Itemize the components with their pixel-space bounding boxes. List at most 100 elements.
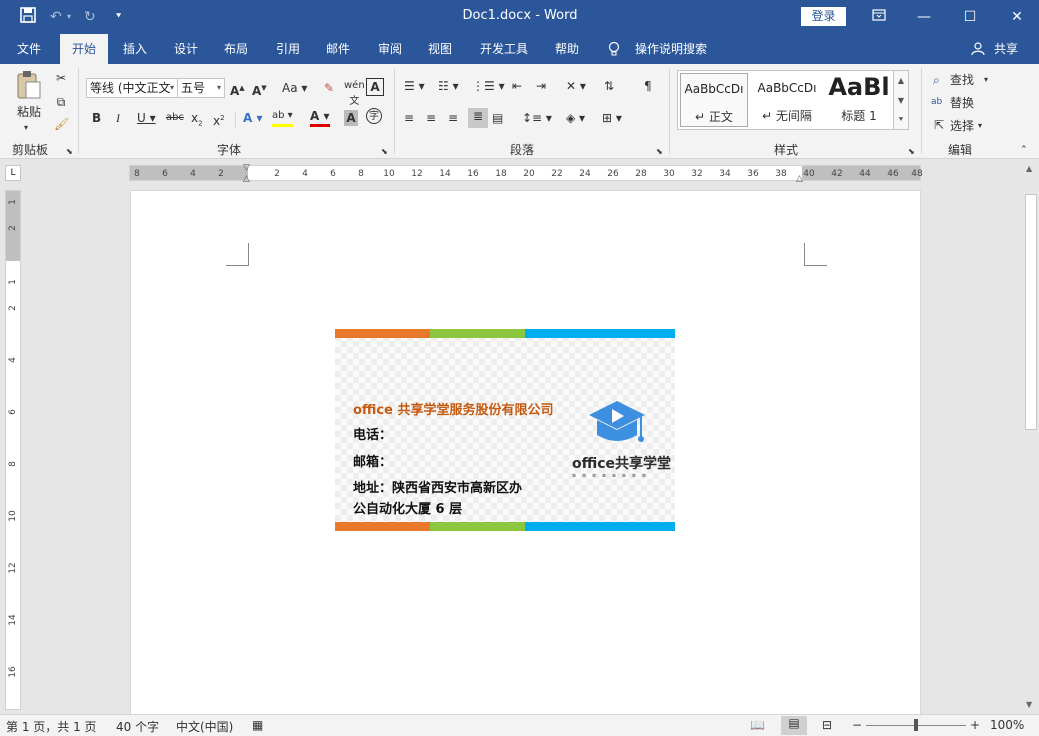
tab-design[interactable]: 设计 — [164, 34, 208, 64]
customize-qat-icon[interactable]: ⯆ — [115, 7, 122, 27]
tab-insert[interactable]: 插入 — [113, 34, 157, 64]
style-normal[interactable]: AaBbCcDı ↵ 正文 — [680, 73, 748, 127]
close-icon[interactable]: ✕ — [1002, 4, 1032, 30]
vertical-ruler[interactable]: 1 2 1 2 4 6 8 10 12 14 16 — [5, 190, 21, 710]
styles-gallery-scroll[interactable]: ▲ ▼ ⯆ — [893, 70, 909, 130]
collapse-ribbon-icon[interactable]: ⌃ — [1020, 142, 1028, 158]
multilevel-list-icon[interactable]: ⋮☰ ▾ — [472, 78, 505, 94]
style-no-spacing[interactable]: AaBbCcDı ↵ 无间隔 — [752, 73, 822, 127]
undo-icon[interactable]: ↶ — [50, 7, 62, 27]
sort-icon[interactable]: ⇅ — [604, 78, 614, 94]
paragraph-launcher-icon[interactable]: ⬊ — [656, 144, 663, 160]
tab-home[interactable]: 开始 — [60, 34, 108, 64]
show-marks-icon[interactable]: ¶ — [644, 78, 652, 94]
share-person-icon[interactable] — [968, 34, 988, 64]
web-layout-icon[interactable]: ⊟ — [822, 718, 832, 732]
undo-dropdown-icon[interactable]: ▾ — [67, 7, 71, 27]
zoom-level[interactable]: 100% — [990, 718, 1024, 732]
italic-icon[interactable]: I — [116, 110, 120, 126]
scroll-down-icon[interactable]: ▼ — [1026, 700, 1032, 709]
phonetic-guide-icon[interactable]: wén 文 — [344, 78, 365, 110]
line-spacing-icon[interactable]: ↕≡ ▾ — [522, 110, 552, 126]
font-launcher-icon[interactable]: ⬊ — [381, 144, 388, 160]
tab-file[interactable]: 文件 — [6, 34, 52, 64]
tab-selector-icon[interactable]: L — [5, 165, 21, 181]
language[interactable]: 中文(中国) — [176, 718, 233, 735]
scroll-down-icon[interactable]: ▼ — [894, 91, 908, 111]
distributed-icon[interactable]: ▤ — [492, 110, 503, 126]
bullets-icon[interactable]: ☰ ▾ — [404, 78, 425, 94]
decrease-indent-icon[interactable]: ⇤ — [512, 78, 522, 94]
share-button[interactable]: 共享 — [988, 34, 1024, 64]
read-mode-icon[interactable]: 📖 — [750, 718, 765, 732]
bold-icon[interactable]: B — [92, 110, 101, 126]
enclose-characters-icon[interactable]: 字 — [366, 108, 382, 124]
select-dropdown-icon[interactable]: ▾ — [978, 118, 982, 134]
underline-icon[interactable]: U ▾ — [137, 110, 156, 126]
cut-icon[interactable]: ✂ — [54, 70, 68, 86]
replace-icon[interactable]: ab — [931, 94, 942, 110]
paste-label[interactable]: 粘贴 — [14, 104, 44, 120]
format-painter-icon[interactable]: 🖌 — [54, 116, 69, 132]
character-shading-icon[interactable]: A — [344, 110, 358, 126]
tab-developer[interactable]: 开发工具 — [472, 34, 536, 64]
select-button[interactable]: 选择 — [950, 118, 974, 134]
align-right-icon[interactable]: ≡ — [448, 110, 458, 126]
justify-icon[interactable]: ≣ — [468, 108, 488, 128]
tab-review[interactable]: 审阅 — [368, 34, 412, 64]
tab-mailings[interactable]: 邮件 — [316, 34, 360, 64]
maximize-icon[interactable]: ☐ — [955, 4, 985, 30]
character-border-icon[interactable]: A — [366, 78, 384, 96]
replace-button[interactable]: 替换 — [950, 95, 974, 111]
increase-indent-icon[interactable]: ⇥ — [536, 78, 546, 94]
numbering-icon[interactable]: ☷ ▾ — [438, 78, 459, 94]
paste-dropdown-icon[interactable]: ▾ — [24, 120, 28, 136]
zoom-in-icon[interactable]: + — [970, 718, 980, 732]
vertical-scrollbar[interactable]: ▲ ▼ — [1022, 162, 1039, 714]
word-count[interactable]: 40 个字 — [116, 718, 159, 735]
text-effects-icon[interactable]: A ▾ — [243, 110, 263, 126]
scroll-up-icon[interactable]: ▲ — [1026, 164, 1032, 173]
shading-icon[interactable]: ◈ ▾ — [566, 110, 585, 126]
tab-references[interactable]: 引用 — [266, 34, 310, 64]
superscript-icon[interactable]: x2 — [213, 110, 225, 129]
minimize-icon[interactable]: — — [909, 4, 939, 30]
tab-layout[interactable]: 布局 — [214, 34, 258, 64]
scroll-up-icon[interactable]: ▲ — [894, 71, 908, 91]
font-name-combo[interactable]: 等线 (中文正文 ▾ — [86, 78, 178, 98]
strikethrough-icon[interactable]: abc — [166, 110, 184, 126]
more-styles-icon[interactable]: ⯆ — [894, 111, 908, 129]
font-color-icon[interactable]: A ▾ — [310, 108, 330, 127]
zoom-out-icon[interactable]: − — [852, 718, 862, 732]
find-icon[interactable]: ⌕ — [933, 72, 940, 88]
change-case-icon[interactable]: Aa ▾ — [282, 80, 307, 96]
clear-formatting-icon[interactable]: ✎ — [324, 80, 334, 96]
chinese-layout-icon[interactable]: ✕ ▾ — [566, 78, 586, 94]
select-icon[interactable]: ⇱ — [934, 117, 944, 133]
document-page[interactable]: office 共享学堂服务股份有限公司 电话： 邮箱： 地址：陕西省西安市高新区… — [130, 190, 921, 715]
styles-launcher-icon[interactable]: ⬊ — [908, 144, 915, 160]
first-line-indent-marker[interactable]: ▽ — [243, 163, 250, 173]
save-icon[interactable] — [20, 7, 36, 27]
tab-help[interactable]: 帮助 — [545, 34, 589, 64]
style-heading-1[interactable]: AaBl 标题 1 — [826, 73, 892, 127]
subscript-icon[interactable]: x2 — [191, 110, 203, 131]
tell-me-search[interactable]: 操作说明搜索 — [628, 34, 714, 64]
ribbon-display-options-icon[interactable] — [864, 4, 894, 30]
hanging-indent-marker[interactable]: △ — [243, 174, 250, 184]
align-center-icon[interactable]: ≡ — [426, 110, 436, 126]
business-card[interactable]: office 共享学堂服务股份有限公司 电话： 邮箱： 地址：陕西省西安市高新区… — [335, 329, 675, 531]
zoom-slider-thumb[interactable] — [914, 719, 918, 731]
align-left-icon[interactable]: ≡ — [404, 110, 414, 126]
print-layout-icon[interactable]: ▤ — [781, 716, 807, 735]
find-dropdown-icon[interactable]: ▾ — [984, 72, 988, 88]
page-count[interactable]: 第 1 页，共 1 页 — [6, 718, 97, 735]
shrink-font-icon[interactable]: A▼ — [252, 80, 267, 99]
font-size-combo[interactable]: 五号 ▾ — [177, 78, 225, 98]
scrollbar-thumb[interactable] — [1025, 194, 1037, 430]
highlight-icon[interactable]: ab ▾ — [272, 108, 293, 127]
right-indent-marker[interactable]: △ — [796, 174, 803, 184]
paste-icon[interactable] — [14, 70, 44, 104]
borders-icon[interactable]: ⊞ ▾ — [602, 110, 622, 126]
grow-font-icon[interactable]: A▲ — [230, 80, 245, 99]
